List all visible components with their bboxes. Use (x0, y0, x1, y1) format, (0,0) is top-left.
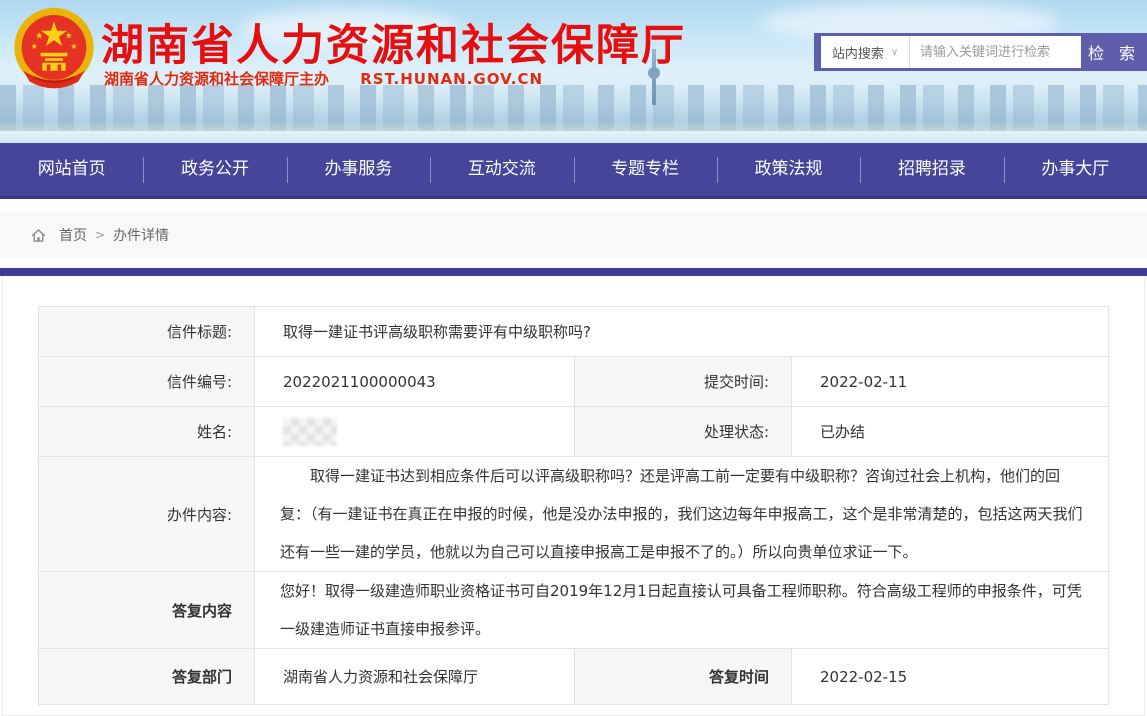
table-row: 信件编号: 2022021100000043 提交时间: 2022-02-11 (39, 357, 1109, 407)
letter-number-value: 2022021100000043 (255, 357, 575, 407)
table-row: 办件内容: 取得一建证书达到相应条件后可以评高级职称吗？还是评高工前一定要有中级… (39, 457, 1109, 572)
table-row: 信件标题: 取得一建证书评高级职称需要评有中级职称吗? (39, 307, 1109, 357)
section-divider-bar (0, 268, 1147, 276)
submit-time-value: 2022-02-11 (792, 357, 1109, 407)
table-row: 答复内容 您好！取得一级建造师职业资格证书可自2019年12月1日起直接认可具备… (39, 572, 1109, 649)
svg-text:★: ★ (70, 41, 77, 51)
main-nav: 网站首页 政务公开 办事服务 互动交流 专题专栏 政策法规 招聘招录 办事大厅 (0, 143, 1147, 199)
search-button[interactable]: 检 索 (1081, 33, 1147, 71)
reply-content-cell: 您好！取得一级建造师职业资格证书可自2019年12月1日起直接认可具备工程师职称… (255, 572, 1109, 649)
svg-text:★: ★ (65, 31, 73, 41)
submit-time-label: 提交时间: (575, 357, 792, 407)
letter-detail-panel: 信件标题: 取得一建证书评高级职称需要评有中级职称吗? 信件编号: 202202… (2, 276, 1145, 716)
reply-content-value: 您好！取得一级建造师职业资格证书可自2019年12月1日起直接认可具备工程师职称… (280, 572, 1088, 648)
nav-item-interaction[interactable]: 互动交流 (430, 143, 573, 196)
letter-detail-table: 信件标题: 取得一建证书评高级职称需要评有中级职称吗? 信件编号: 202202… (38, 306, 1109, 705)
status-value: 已办结 (792, 407, 1109, 457)
breadcrumb-home-link[interactable]: 首页 (59, 225, 87, 245)
letter-title-label: 信件标题: (39, 307, 255, 357)
site-title: 湖南省人力资源和社会保障厅 (101, 11, 686, 73)
home-icon[interactable] (30, 227, 47, 244)
search-scope-select[interactable]: 站内搜索 ∨ (821, 36, 910, 68)
table-row: 姓名: 处理状态: 已办结 (39, 407, 1109, 457)
letter-title-value: 取得一建证书评高级职称需要评有中级职称吗? (255, 307, 1109, 357)
table-row: 答复部门 湖南省人力资源和社会保障厅 答复时间 2022-02-15 (39, 649, 1109, 705)
status-label: 处理状态: (575, 407, 792, 457)
content-value: 取得一建证书达到相应条件后可以评高级职称吗？还是评高工前一定要有中级职称？咨询过… (280, 457, 1088, 571)
content-label: 办件内容: (39, 457, 255, 572)
site-url: RST.HUNAN.GOV.CN (360, 70, 543, 88)
breadcrumb: 首页 > 办件详情 (0, 212, 1147, 258)
skyline-decoration (0, 85, 1147, 133)
chevron-down-icon: ∨ (891, 47, 898, 58)
svg-text:★: ★ (35, 31, 43, 41)
content-value-cell: 取得一建证书达到相应条件后可以评高级职称吗？还是评高工前一定要有中级职称？咨询过… (255, 457, 1109, 572)
nav-item-services[interactable]: 办事服务 (287, 143, 430, 196)
reply-dept-label: 答复部门 (39, 649, 255, 705)
svg-text:★: ★ (31, 41, 38, 51)
reply-content-label: 答复内容 (39, 572, 255, 649)
national-emblem-logo[interactable]: ★ ★ ★ ★ (9, 4, 99, 98)
river-decoration (0, 131, 1147, 143)
reply-time-label: 答复时间 (575, 649, 792, 705)
nav-item-policies[interactable]: 政策法规 (717, 143, 860, 196)
name-label: 姓名: (39, 407, 255, 457)
name-value-cell (255, 407, 575, 457)
reply-dept-value: 湖南省人力资源和社会保障厅 (255, 649, 575, 705)
letter-number-label: 信件编号: (39, 357, 255, 407)
reply-time-value: 2022-02-15 (792, 649, 1109, 705)
search-input[interactable] (910, 36, 1081, 68)
search-scope-label: 站内搜索 (832, 43, 884, 62)
site-subtitle: 湖南省人力资源和社会保障厅主办 RST.HUNAN.GOV.CN (104, 68, 543, 89)
site-search: 站内搜索 ∨ 检 索 (814, 33, 1147, 71)
breadcrumb-separator: > (95, 228, 105, 242)
breadcrumb-current: 办件详情 (113, 225, 169, 245)
nav-item-gov-affairs[interactable]: 政务公开 (143, 143, 286, 196)
site-header: ★ ★ ★ ★ 湖南省人力资源和社会保障厅 湖南省人力资源和社会保障厅主办 RS… (0, 0, 1147, 143)
nav-item-recruitment[interactable]: 招聘招录 (860, 143, 1003, 196)
nav-item-home[interactable]: 网站首页 (0, 143, 143, 196)
nav-item-special-topics[interactable]: 专题专栏 (574, 143, 717, 196)
redacted-name (283, 418, 337, 446)
site-host-label: 湖南省人力资源和社会保障厅主办 (104, 70, 329, 88)
nav-item-service-hall[interactable]: 办事大厅 (1004, 143, 1147, 196)
